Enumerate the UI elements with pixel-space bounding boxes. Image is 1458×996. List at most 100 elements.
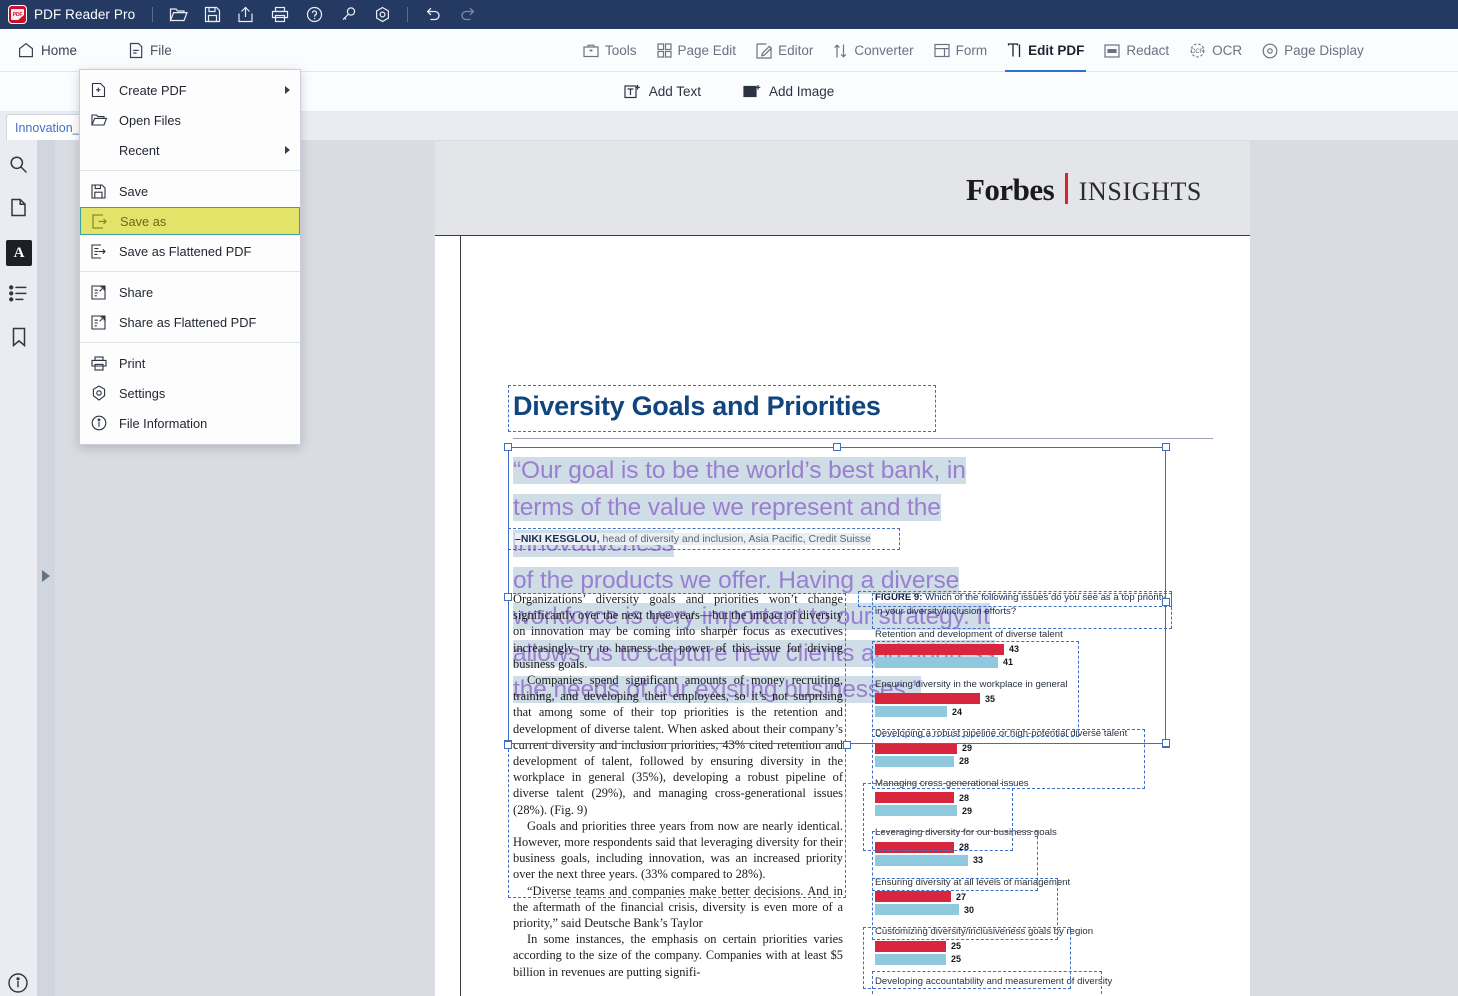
sidebar-item-bookmarks[interactable] xyxy=(6,326,32,352)
tab-page-display-label: Page Display xyxy=(1284,43,1364,58)
menu-item-file-information[interactable]: File Information xyxy=(80,408,300,438)
menu-item-save[interactable]: Save xyxy=(80,176,300,206)
figure-region-edit-box[interactable] xyxy=(858,591,1172,607)
sidebar-panel-gutter xyxy=(37,140,55,996)
title-bar-actions xyxy=(161,0,484,29)
create-pdf-icon xyxy=(90,82,107,99)
menu-item-share-as-flattened-pdf[interactable]: Share as Flattened PDF xyxy=(80,307,300,337)
add-text-button[interactable]: Add Text xyxy=(624,83,701,100)
tab-file[interactable]: File xyxy=(121,29,180,72)
file-menu-dropdown[interactable]: Create PDF Open Files Recent Save Save a… xyxy=(79,69,301,445)
forbes-wordmark: Forbes xyxy=(965,172,1055,207)
menu-item-save-as-flattened-pdf[interactable]: Save as Flattened PDF xyxy=(80,236,300,266)
chevron-right-icon xyxy=(285,146,290,154)
app-window: PDF PDF Reader Pro Home File Tools Page … xyxy=(0,0,1458,996)
page-header-band: Forbes INSIGHTS xyxy=(435,141,1250,236)
convert-arrows-icon xyxy=(833,43,848,59)
bar-label-edit-box-1[interactable] xyxy=(872,641,1079,737)
add-image-icon xyxy=(743,83,761,100)
menu-item-create-pdf[interactable]: Create PDF xyxy=(80,75,300,105)
tab-page-display[interactable]: Page Display xyxy=(1252,29,1374,72)
add-image-label: Add Image xyxy=(769,84,835,99)
body-handle-tl[interactable] xyxy=(504,593,512,601)
menu-separator xyxy=(80,342,300,343)
body-handle-br[interactable] xyxy=(843,741,851,749)
title-separator xyxy=(152,7,154,22)
svg-text:OCR: OCR xyxy=(1191,49,1205,55)
bar-label-edit-box-7[interactable] xyxy=(872,971,1102,996)
menu-item-label: Save as xyxy=(120,213,167,229)
selection-handle-tc[interactable] xyxy=(833,443,841,451)
app-logo-text: PDF xyxy=(12,11,23,18)
settings-icon[interactable] xyxy=(365,0,399,29)
tab-home[interactable]: Home xyxy=(10,29,85,72)
tab-edit-pdf[interactable]: Edit PDF xyxy=(997,29,1094,72)
tab-redact[interactable]: Redact xyxy=(1094,29,1179,72)
attribution-edit-box[interactable] xyxy=(508,528,900,550)
sidebar-item-outline[interactable] xyxy=(6,283,32,309)
selection-handle-tl[interactable] xyxy=(504,443,512,451)
body-column-edit-box[interactable] xyxy=(508,593,846,898)
app-title: PDF Reader Pro xyxy=(34,7,136,22)
tab-converter[interactable]: Converter xyxy=(823,29,923,72)
sidebar-item-thumbnails[interactable] xyxy=(6,197,32,223)
menu-item-open-files[interactable]: Open Files xyxy=(80,105,300,135)
menu-item-share[interactable]: Share xyxy=(80,277,300,307)
open-folder-icon[interactable] xyxy=(161,0,195,29)
menu-item-label: Print xyxy=(119,355,146,371)
add-image-button[interactable]: Add Image xyxy=(743,83,834,100)
title-separator-2 xyxy=(407,7,409,22)
share-icon[interactable] xyxy=(229,0,263,29)
menu-item-label: Recent xyxy=(119,142,160,158)
page-thumbnail-icon xyxy=(10,198,27,222)
expand-panel-arrow-icon[interactable] xyxy=(42,570,50,582)
key-icon[interactable] xyxy=(331,0,365,29)
selection-handle-tr[interactable] xyxy=(1162,443,1170,451)
redact-icon xyxy=(1104,43,1120,58)
undo-icon[interactable] xyxy=(416,0,450,29)
file-icon xyxy=(129,42,143,59)
menu-item-label: Open Files xyxy=(119,112,181,128)
menu-item-label: Save as Flattened PDF xyxy=(119,243,252,259)
share-box-icon xyxy=(90,314,107,331)
menu-item-label: File Information xyxy=(119,415,208,431)
ribbon-left-group: Home File xyxy=(0,29,180,72)
menu-item-settings[interactable]: Settings xyxy=(80,378,300,408)
tab-tools[interactable]: Tools xyxy=(573,29,647,72)
save-flatten-icon xyxy=(90,243,107,260)
tab-ocr-label: OCR xyxy=(1212,43,1243,58)
title-bar: PDF PDF Reader Pro xyxy=(0,0,1458,29)
sidebar-item-info[interactable] xyxy=(7,972,29,994)
menu-item-recent[interactable]: Recent xyxy=(80,135,300,165)
tab-form[interactable]: Form xyxy=(924,29,998,72)
sidebar-item-search[interactable] xyxy=(6,154,32,180)
redo-icon xyxy=(450,0,484,29)
share-box-icon xyxy=(90,284,107,301)
pdf-page[interactable]: Forbes INSIGHTS Diversity Goals and Prio… xyxy=(435,141,1250,996)
print-icon[interactable] xyxy=(263,0,297,29)
tab-tools-label: Tools xyxy=(605,43,637,58)
body-handle-bl[interactable] xyxy=(504,741,512,749)
tab-editor[interactable]: Editor xyxy=(746,29,823,72)
figure-handle-tr[interactable] xyxy=(1162,598,1170,606)
tab-edit-pdf-label: Edit PDF xyxy=(1028,43,1085,58)
menu-item-print[interactable]: Print xyxy=(80,348,300,378)
tab-ocr[interactable]: OCR OCR xyxy=(1179,29,1252,72)
menu-item-label: Save xyxy=(119,183,149,199)
figure-handle-br[interactable] xyxy=(1162,739,1170,747)
menu-item-label: Share xyxy=(119,284,154,300)
save-icon[interactable] xyxy=(195,0,229,29)
ribbon-tab-bar: Home File Tools Page Edit Editor Convert… xyxy=(0,29,1458,72)
tab-page-edit[interactable]: Page Edit xyxy=(647,29,747,72)
help-icon[interactable] xyxy=(297,0,331,29)
menu-item-label: Settings xyxy=(119,385,166,401)
bookmark-icon xyxy=(11,327,27,352)
tab-page-edit-label: Page Edit xyxy=(677,43,737,58)
info-icon xyxy=(90,415,107,432)
ocr-icon: OCR xyxy=(1189,43,1206,58)
sidebar-item-annotations[interactable]: A xyxy=(5,239,32,266)
menu-item-save-as[interactable]: Save as xyxy=(80,207,300,235)
bar-label-edit-box-2[interactable] xyxy=(872,729,1145,789)
heading-edit-box[interactable] xyxy=(508,385,936,432)
menu-item-label: Create PDF xyxy=(119,82,187,98)
